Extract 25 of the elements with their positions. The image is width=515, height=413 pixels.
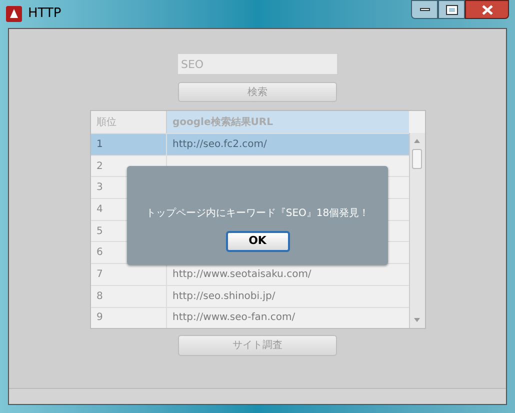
table-row[interactable]: 7 http://www.seotaisaku.com/ (90, 263, 408, 285)
scrollbar[interactable] (408, 133, 424, 328)
maximize-button[interactable] (438, 0, 465, 19)
table-row[interactable]: 9 http://www.seo-fan.com/ (90, 306, 408, 328)
site-check-button[interactable]: サイト調査 (178, 335, 337, 356)
table-row[interactable]: 8 http://seo.shinobi.jp/ (90, 284, 408, 306)
search-field[interactable]: SEO (178, 54, 337, 74)
url-cell-text: http://www.seo-fan.com/ (172, 311, 296, 326)
column-header[interactable]: 順位 (90, 111, 166, 133)
ok-button[interactable]: OK (226, 231, 290, 252)
scroll-thumb[interactable] (412, 149, 422, 169)
close-icon (482, 4, 492, 14)
url-cell-text: http://seo.fc2.com/ (172, 138, 268, 152)
search-button[interactable]: 検索 (178, 82, 337, 102)
app-icon (6, 6, 22, 22)
table-row[interactable]: 1 http://seo.fc2.com/ (90, 133, 408, 155)
url-cell-text: http://seo.shinobi.jp/ (172, 290, 276, 304)
window-title: HTTP (28, 5, 62, 24)
scroll-up-icon[interactable] (414, 139, 420, 143)
close-button[interactable] (465, 0, 509, 19)
minimize-button[interactable] (411, 0, 438, 19)
column-header[interactable]: google検索結果URL (166, 111, 408, 133)
rank-cell: 9 (90, 308, 166, 328)
scroll-down-icon[interactable] (414, 318, 420, 322)
url-cell-text: http://www.seotaisaku.com/ (172, 268, 312, 282)
